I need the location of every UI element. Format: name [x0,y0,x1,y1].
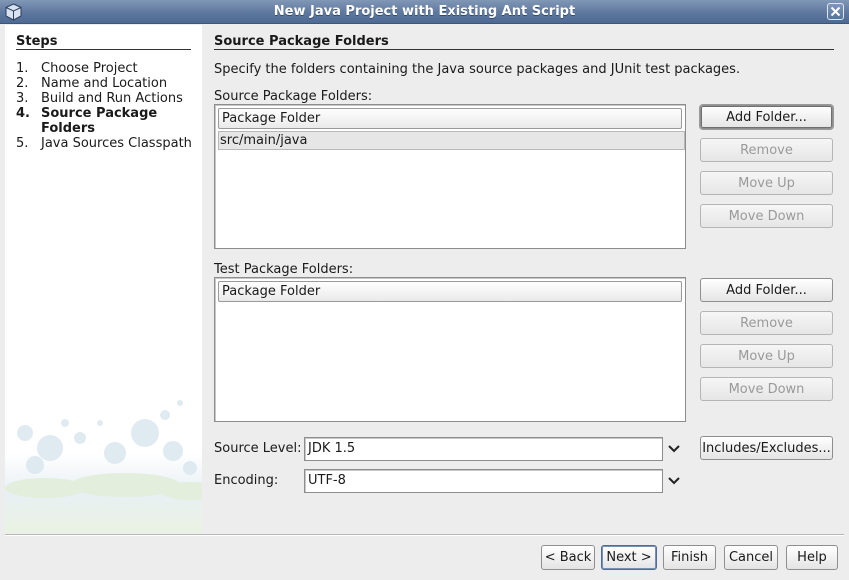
test-folders-label: Test Package Folders: [214,262,354,277]
step-number: 1. [16,61,29,76]
button-label: Move Up [738,348,795,364]
window-title: New Java Project with Existing Ant Scrip… [273,4,576,19]
step-item: 3. Build and Run Actions [16,91,201,106]
move-up-test-folder-button[interactable]: Move Up [700,344,833,368]
add-test-folder-button[interactable]: Add Folder... [700,278,833,302]
chevron-down-icon[interactable] [666,442,682,456]
button-label: Add Folder... [726,109,807,125]
table-row[interactable]: src/main/java [218,131,685,150]
footer-separator [5,534,844,536]
remove-source-folder-button[interactable]: Remove [700,138,833,162]
column-header-package-folder[interactable]: Package Folder [218,281,682,302]
move-down-test-folder-button[interactable]: Move Down [700,377,833,401]
step-number: 5. [16,136,29,151]
chevron-down-icon[interactable] [666,474,682,488]
move-up-source-folder-button[interactable]: Move Up [700,171,833,195]
title-divider [214,49,834,50]
button-label: Add Folder... [726,282,807,298]
source-folders-label: Source Package Folders: [214,89,373,104]
steps-divider [16,49,191,50]
step-number: 3. [16,91,29,106]
encoding-value[interactable]: UTF-8 [304,469,663,493]
back-button[interactable]: < Back [541,545,595,570]
move-down-source-folder-button[interactable]: Move Down [700,204,833,228]
button-label: Cancel [728,550,774,565]
step-item-active: 4. Source Package Folders [16,106,201,136]
button-label: Includes/Excludes... [702,440,831,456]
button-label: Next > [606,550,652,565]
step-label: Build and Run Actions [41,91,183,106]
step-label: Source Package Folders [41,106,158,136]
source-level-value[interactable]: JDK 1.5 [304,437,663,461]
encoding-label: Encoding: [214,473,279,488]
button-label: < Back [544,550,592,565]
button-label: Help [797,550,827,565]
test-folders-table[interactable]: Package Folder [214,277,686,422]
help-button[interactable]: Help [786,545,838,570]
step-label: Choose Project [41,61,138,76]
step-label: Java Sources Classpath [41,136,192,151]
cancel-button[interactable]: Cancel [724,545,778,570]
button-label: Move Down [728,381,805,397]
page-title: Source Package Folders [214,34,389,49]
button-label: Move Up [738,175,795,191]
column-header-package-folder[interactable]: Package Folder [218,108,682,129]
steps-panel: Steps 1. Choose Project 2. Name and Locati… [5,25,202,533]
window-titlebar[interactable]: New Java Project with Existing Ant Scrip… [0,0,849,24]
button-label: Move Down [728,208,805,224]
step-item: 5. Java Sources Classpath [16,136,201,151]
includes-excludes-button[interactable]: Includes/Excludes... [700,436,833,460]
finish-button[interactable]: Finish [663,545,716,570]
step-number: 2. [16,76,29,91]
step-item: 1. Choose Project [16,61,201,76]
decorative-splash-graphic [5,400,202,533]
page-description: Specify the folders containing the Java … [214,62,741,77]
close-icon[interactable] [827,3,844,20]
source-folders-table[interactable]: Package Folder src/main/java [214,104,686,249]
steps-title: Steps [16,34,58,49]
source-level-label: Source Level: [214,441,302,456]
next-button[interactable]: Next > [601,545,657,570]
encoding-select[interactable]: UTF-8 [304,469,684,493]
step-label: Name and Location [41,76,168,91]
source-level-select[interactable]: JDK 1.5 [304,437,684,461]
step-item: 2. Name and Location [16,76,201,91]
remove-test-folder-button[interactable]: Remove [700,311,833,335]
button-label: Remove [740,142,793,158]
steps-list: 1. Choose Project 2. Name and Location 3. B… [16,61,201,151]
step-number: 4. [16,106,30,121]
button-label: Remove [740,315,793,331]
add-source-folder-button[interactable]: Add Folder... [700,105,833,129]
button-label: Finish [670,550,708,565]
